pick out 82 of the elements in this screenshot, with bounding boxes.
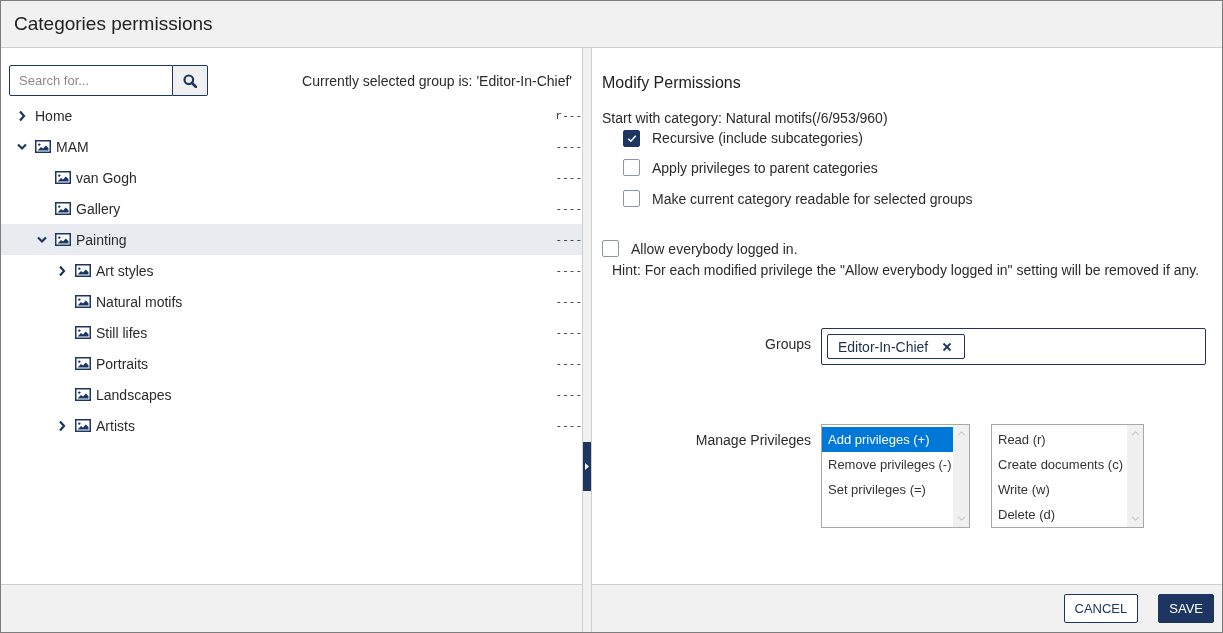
permission-code: ----	[555, 357, 582, 370]
image-icon	[55, 202, 71, 215]
checkbox[interactable]	[623, 159, 640, 176]
image-icon	[75, 357, 91, 370]
checkmark-icon	[626, 133, 637, 143]
permission-code: r---	[555, 109, 582, 122]
checkbox-label[interactable]: Recursive (include subcategories)	[652, 130, 863, 146]
chevron-right-icon[interactable]	[57, 264, 67, 277]
field-label: Groups	[764, 335, 811, 352]
checkbox-label[interactable]: Make current category readable for selected groups	[652, 190, 973, 207]
checkbox-label[interactable]: Allow everybody logged in.	[631, 240, 798, 257]
image-icon	[75, 326, 91, 339]
section-heading: Modify Permissions	[602, 74, 742, 92]
start-category-text: Start with category: Natural motifs(/6/953/960)	[602, 109, 889, 127]
tree-item-label[interactable]: Artists	[96, 417, 135, 434]
permission-code: ----	[555, 326, 582, 339]
tree-row[interactable]: Art styles ----	[1, 255, 582, 286]
list-option[interactable]: Add privileges (+)	[822, 427, 953, 452]
tree-row[interactable]: Gallery ----	[1, 193, 582, 224]
groups-field[interactable]: Editor-In-Chief	[821, 328, 1206, 365]
tree-item-label[interactable]: Painting	[76, 231, 127, 248]
list-option[interactable]: Set privileges (=)	[822, 477, 953, 502]
tree-item-label[interactable]: Natural motifs	[96, 293, 183, 310]
image-icon	[55, 233, 71, 246]
image-icon	[75, 419, 91, 432]
tree-item-label[interactable]: Home	[35, 107, 73, 124]
hint-text: Hint: For each modified privilege the "Allow everybody logged in" setting will be removed if any.	[611, 262, 1201, 278]
tree-row[interactable]: Portraits ----	[1, 348, 582, 379]
list-option[interactable]: Write (w)	[992, 477, 1127, 502]
permission-code: ----	[555, 171, 582, 184]
image-icon	[35, 140, 51, 153]
window-title: Categories permissions	[14, 13, 213, 35]
permission-code: ----	[555, 140, 582, 153]
privilege-mode-list[interactable]: Add privileges (+) Remove privileges (-) Set privileges (=)	[821, 424, 970, 528]
save-button[interactable]: SAVE	[1158, 594, 1214, 623]
tree-item-label[interactable]: MAM	[56, 138, 89, 155]
image-icon	[75, 264, 91, 277]
tree-row[interactable]: Natural motifs ----	[1, 286, 582, 317]
tree-row[interactable]: Landscapes ----	[1, 379, 582, 410]
privilege-list[interactable]: Read (r) Create documents (c) Write (w) Delete (d)	[991, 424, 1144, 528]
checkbox[interactable]	[602, 240, 619, 257]
splitter[interactable]	[582, 48, 592, 632]
checkbox[interactable]	[623, 190, 640, 207]
field-label: Manage Privileges	[694, 431, 811, 448]
cancel-button[interactable]: CANCEL	[1063, 594, 1139, 623]
tree-item-label[interactable]: Art styles	[96, 262, 154, 279]
tree-item-label[interactable]: Still lifes	[96, 324, 148, 341]
permission-code: ----	[555, 419, 582, 432]
chevron-right-icon[interactable]	[57, 419, 67, 432]
search-icon	[183, 73, 197, 88]
list-option[interactable]: Delete (d)	[992, 502, 1127, 527]
permission-code: ----	[555, 202, 582, 215]
caret-right-icon	[585, 463, 589, 470]
tree-row[interactable]: Home r---	[1, 100, 582, 131]
tree-row[interactable]: van Gogh ----	[1, 162, 582, 193]
search-field[interactable]: Search for...	[9, 65, 173, 96]
image-icon	[75, 295, 91, 308]
checkbox[interactable]	[623, 129, 640, 147]
tag-label: Editor-In-Chief	[838, 338, 929, 355]
selected-group-note: Currently selected group is: 'Editor-In-Chief'	[302, 72, 572, 89]
close-icon[interactable]	[942, 341, 953, 352]
list-option[interactable]: Remove privileges (-)	[822, 452, 953, 477]
permission-code: ----	[555, 233, 582, 246]
list-option[interactable]: Read (r)	[992, 427, 1127, 452]
search-button[interactable]	[173, 65, 208, 96]
tree-row[interactable]: Artists ----	[1, 410, 582, 441]
tree-item-label[interactable]: Gallery	[76, 200, 121, 217]
tree-item-label[interactable]: van Gogh	[76, 169, 137, 186]
tree-item-label[interactable]: Portraits	[96, 355, 149, 372]
chevron-right-icon[interactable]	[17, 109, 27, 122]
permission-code: ----	[555, 388, 582, 401]
tree-row[interactable]: MAM ----	[1, 131, 582, 162]
tree-row[interactable]: Still lifes ----	[1, 317, 582, 348]
checkbox-label[interactable]: Apply privileges to parent categories	[652, 159, 878, 176]
image-icon	[55, 171, 71, 184]
splitter-handle[interactable]	[583, 442, 591, 491]
tree-row[interactable]: Painting ----	[1, 224, 582, 255]
tree-item-label[interactable]: Landscapes	[96, 386, 172, 403]
list-option[interactable]: Create documents (c)	[992, 452, 1127, 477]
permission-code: ----	[555, 295, 582, 308]
image-icon	[75, 388, 91, 401]
permission-code: ----	[555, 264, 582, 277]
